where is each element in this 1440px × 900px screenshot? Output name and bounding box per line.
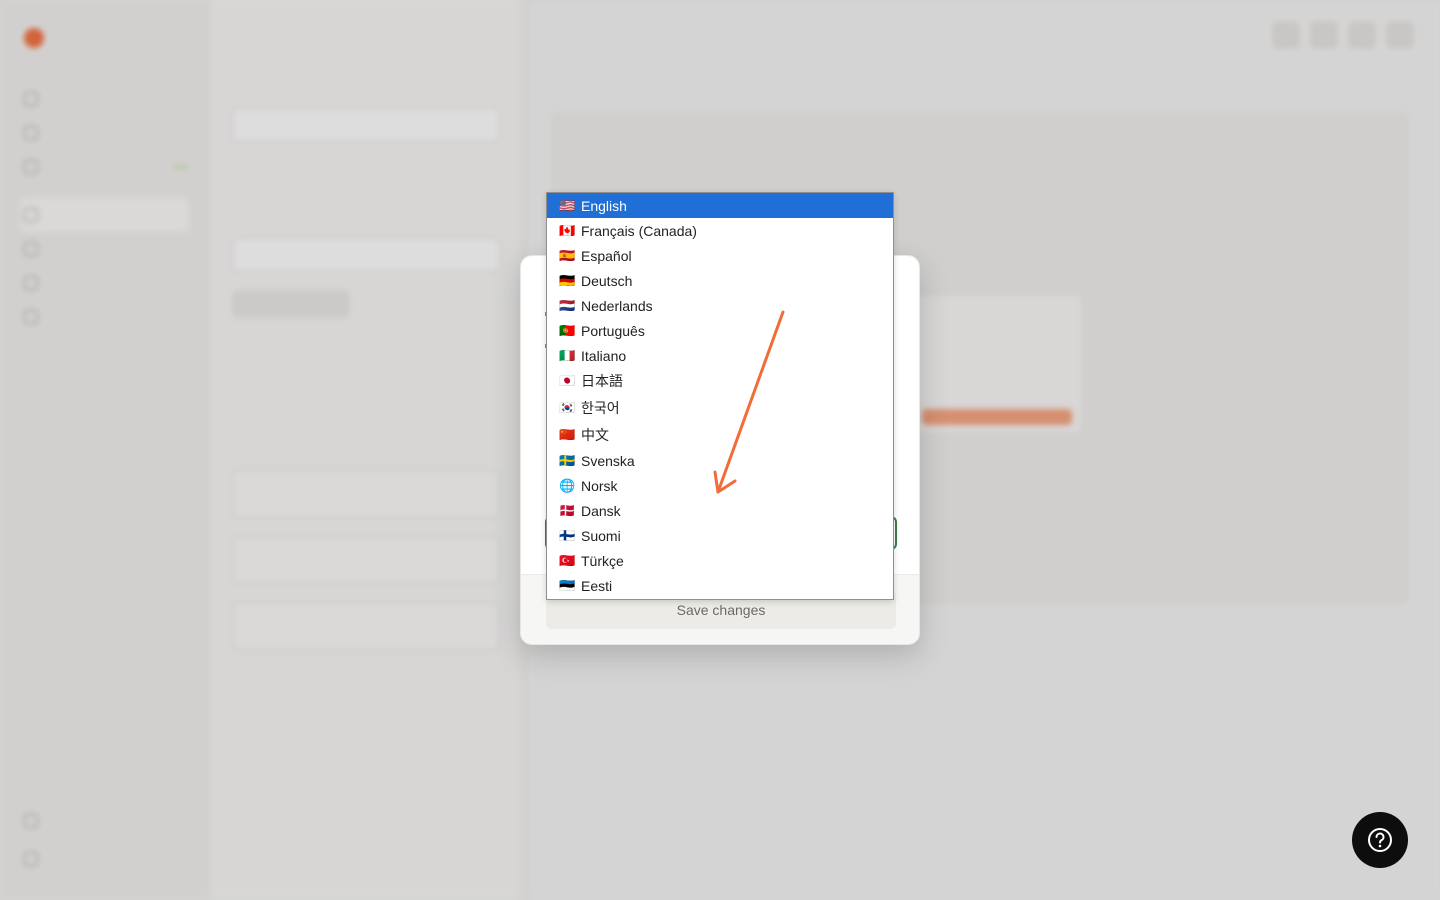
flag-icon: 🇯🇵 xyxy=(559,373,576,389)
annotation-arrow xyxy=(713,310,785,494)
language-option-label: Svenska xyxy=(581,452,635,469)
language-option[interactable]: 🇫🇮 Suomi xyxy=(547,523,893,548)
language-option-label: Dansk xyxy=(581,502,621,519)
language-option[interactable]: 🇹🇷 Türkçe xyxy=(547,548,893,573)
flag-icon: 🇳🇱 xyxy=(559,297,576,313)
flag-icon: 🇺🇸 xyxy=(559,197,576,213)
flag-icon: 🇨🇦 xyxy=(559,222,576,238)
language-option-label: Eesti xyxy=(581,577,613,594)
language-option-label: Português xyxy=(581,322,645,339)
language-option-label: 한국어 xyxy=(581,400,620,417)
flag-icon: 🌐 xyxy=(559,477,576,493)
language-option-label: Français (Canada) xyxy=(581,222,697,239)
language-option-label: English xyxy=(581,197,627,214)
flag-icon: 🇵🇹 xyxy=(559,322,576,338)
help-icon xyxy=(1368,828,1392,852)
flag-icon: 🇰🇷 xyxy=(559,400,576,416)
flag-icon: 🇩🇰 xyxy=(559,502,576,518)
flag-icon: 🇪🇪 xyxy=(559,577,576,593)
language-option[interactable]: 🇪🇪 Eesti xyxy=(547,573,893,598)
language-option[interactable]: 🇪🇸 Español xyxy=(547,243,893,268)
flag-icon: 🇸🇪 xyxy=(559,452,576,468)
help-button[interactable] xyxy=(1352,812,1408,868)
language-option-label: Suomi xyxy=(581,527,621,544)
language-option[interactable]: 🇺🇸 English xyxy=(547,193,893,218)
language-option-label: Nederlands xyxy=(581,297,653,314)
language-option[interactable]: 🇨🇦 Français (Canada) xyxy=(547,218,893,243)
flag-icon: 🇩🇪 xyxy=(559,272,576,288)
language-option-label: Italiano xyxy=(581,347,627,364)
flag-icon: 🇹🇷 xyxy=(559,552,576,568)
flag-icon: 🇨🇳 xyxy=(559,426,576,442)
language-option-label: 日本語 xyxy=(581,373,623,390)
language-option-label: Türkçe xyxy=(581,552,624,569)
flag-icon: 🇫🇮 xyxy=(559,527,576,543)
language-option-label: Deutsch xyxy=(581,272,633,289)
language-option-label: 中文 xyxy=(581,426,609,443)
language-option[interactable]: 🇩🇪 Deutsch xyxy=(547,268,893,293)
flag-icon: 🇪🇸 xyxy=(559,247,576,263)
language-option-label: Español xyxy=(581,247,632,264)
language-option-label: Norsk xyxy=(581,477,618,494)
flag-icon: 🇮🇹 xyxy=(559,347,576,363)
